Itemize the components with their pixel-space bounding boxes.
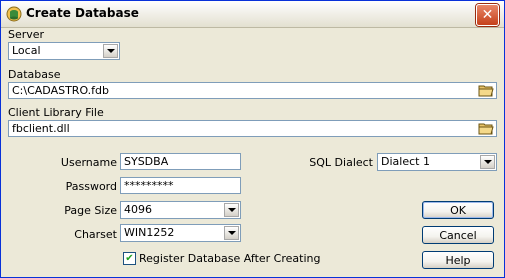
- charset-select[interactable]: WIN1252: [120, 224, 241, 242]
- database-app-icon: [6, 6, 22, 22]
- password-field[interactable]: *********: [120, 177, 241, 194]
- client-library-value: fbclient.dll: [12, 122, 70, 135]
- help-button-label: Help: [445, 253, 471, 267]
- database-label: Database: [8, 68, 61, 81]
- page-size-label: Page Size: [64, 204, 117, 217]
- sql-dialect-select[interactable]: Dialect 1: [377, 153, 497, 171]
- username-field[interactable]: SYSDBA: [120, 153, 241, 170]
- window-title: Create Database: [26, 6, 139, 20]
- sql-dialect-value: Dialect 1: [381, 155, 430, 168]
- client-library-label: Client Library File: [8, 106, 104, 119]
- close-icon: ✕: [481, 7, 494, 23]
- server-label: Server: [8, 28, 45, 41]
- charset-label: Charset: [74, 228, 117, 241]
- database-path-value: C:\CADASTRO.fdb: [12, 84, 109, 97]
- sql-dialect-label: SQL Dialect: [309, 156, 373, 169]
- help-button[interactable]: Help: [422, 251, 494, 269]
- title-bar[interactable]: Create Database ✕: [1, 1, 504, 28]
- database-path-field[interactable]: C:\CADASTRO.fdb: [8, 82, 497, 99]
- chevron-down-icon[interactable]: [224, 226, 239, 240]
- chevron-down-icon[interactable]: [480, 155, 495, 169]
- username-value: SYSDBA: [124, 155, 169, 168]
- page-size-value: 4096: [124, 203, 152, 216]
- server-select[interactable]: Local: [8, 42, 120, 60]
- browse-folder-icon[interactable]: [478, 122, 494, 135]
- client-library-field[interactable]: fbclient.dll: [8, 120, 497, 137]
- register-checkbox[interactable]: ✔: [123, 252, 136, 265]
- ok-button-label: OK: [450, 203, 466, 217]
- checkmark-icon: ✔: [125, 252, 134, 264]
- open-folder-icon[interactable]: [478, 84, 494, 97]
- charset-value: WIN1252: [124, 226, 175, 239]
- chevron-down-icon[interactable]: [224, 203, 239, 217]
- ok-button[interactable]: OK: [422, 201, 494, 219]
- server-value: Local: [12, 44, 41, 57]
- create-database-dialog: Create Database ✕ Server Local Database …: [0, 0, 505, 278]
- page-size-select[interactable]: 4096: [120, 201, 241, 219]
- username-label: Username: [60, 156, 117, 169]
- cancel-button[interactable]: Cancel: [422, 226, 494, 244]
- password-value: *********: [124, 179, 174, 192]
- register-checkbox-label[interactable]: Register Database After Creating: [139, 252, 320, 265]
- password-label: Password: [65, 180, 117, 193]
- chevron-down-icon[interactable]: [103, 44, 118, 58]
- cancel-button-label: Cancel: [439, 228, 477, 242]
- close-button[interactable]: ✕: [476, 4, 499, 26]
